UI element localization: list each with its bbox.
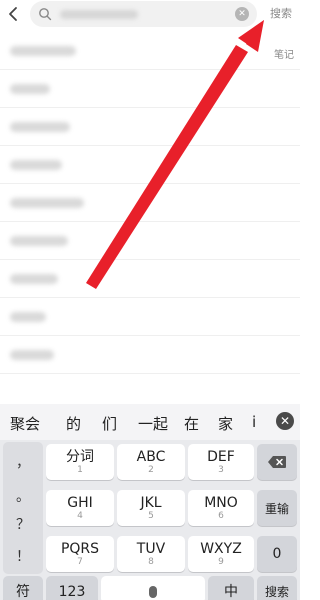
clear-icon[interactable]: ✕ [235, 7, 249, 21]
list-item-text-redacted [10, 198, 84, 208]
candidate-word[interactable]: 一起 [138, 413, 168, 434]
candidate-word[interactable]: 的 [66, 413, 81, 434]
list-item[interactable] [0, 336, 300, 374]
close-candidates-icon[interactable]: ✕ [276, 412, 294, 430]
language-switch-key[interactable]: 中 [208, 576, 254, 600]
list-item[interactable] [0, 222, 300, 260]
key-1[interactable]: 分词 1 [46, 444, 114, 480]
list-item-text-redacted [10, 122, 70, 132]
key-6[interactable]: MNO 6 [188, 490, 254, 526]
symbol-key[interactable]: 。 [3, 486, 43, 506]
key-7[interactable]: PQRS 7 [46, 536, 114, 572]
candidate-word[interactable]: 家 [218, 413, 233, 434]
keyboard-search-key[interactable]: 搜索 [257, 576, 297, 600]
key-2[interactable]: ABC 2 [117, 444, 185, 480]
search-header: ✕ 搜索 [0, 0, 300, 30]
key-3[interactable]: DEF 3 [188, 444, 254, 480]
candidate-bar: 聚会 的 们 一起 在 家 i ✕ [0, 404, 300, 440]
reenter-button[interactable]: 重输 [257, 490, 297, 526]
list-item-text-redacted [10, 350, 54, 360]
list-item-text-redacted [10, 46, 76, 56]
symbol-key[interactable]: ！ [3, 546, 43, 566]
list-item-text-redacted [10, 236, 68, 246]
list-item[interactable] [0, 70, 300, 108]
list-item[interactable] [0, 146, 300, 184]
list-item-text-redacted [10, 312, 46, 322]
key-5[interactable]: JKL 5 [117, 490, 185, 526]
number-switch-key[interactable]: 123 [46, 576, 98, 600]
list-item[interactable]: 笔记 [0, 32, 300, 70]
suggestion-list: 笔记 [0, 32, 300, 402]
chevron-left-icon [9, 7, 17, 21]
symbol-key[interactable]: ， [3, 452, 43, 472]
ime-keyboard: 聚会 的 们 一起 在 家 i ✕ ， 。 ？ ！ 分词 1 ABC 2 DEF… [0, 404, 300, 600]
backspace-button[interactable] [257, 444, 297, 480]
key-8[interactable]: TUV 8 [117, 536, 185, 572]
space-key[interactable] [101, 576, 205, 600]
symbol-switch-key[interactable]: 符 [3, 576, 43, 600]
list-item-text-redacted [10, 84, 50, 94]
search-icon [39, 8, 52, 21]
list-item-text-redacted [10, 160, 62, 170]
key-4[interactable]: GHI 4 [46, 490, 114, 526]
search-box[interactable]: ✕ [30, 1, 257, 27]
microphone-icon [149, 586, 157, 598]
list-item-text-redacted [10, 274, 58, 284]
back-button[interactable] [5, 5, 23, 23]
zero-key[interactable]: 0 [257, 536, 297, 572]
note-label: 笔记 [274, 50, 294, 61]
list-item[interactable] [0, 108, 300, 146]
list-item[interactable] [0, 298, 300, 336]
candidate-word[interactable]: 聚会 [10, 413, 40, 434]
search-button[interactable]: 搜索 [264, 5, 298, 23]
list-item[interactable] [0, 260, 300, 298]
list-item[interactable] [0, 184, 300, 222]
candidate-word[interactable]: 在 [184, 413, 199, 434]
candidate-word[interactable]: i [252, 413, 256, 431]
search-input[interactable] [56, 5, 232, 23]
symbol-column: ， 。 ？ ！ [3, 442, 43, 574]
backspace-icon [268, 456, 286, 468]
candidate-word[interactable]: 们 [102, 413, 117, 434]
symbol-key[interactable]: ？ [3, 514, 43, 534]
key-9[interactable]: WXYZ 9 [188, 536, 254, 572]
